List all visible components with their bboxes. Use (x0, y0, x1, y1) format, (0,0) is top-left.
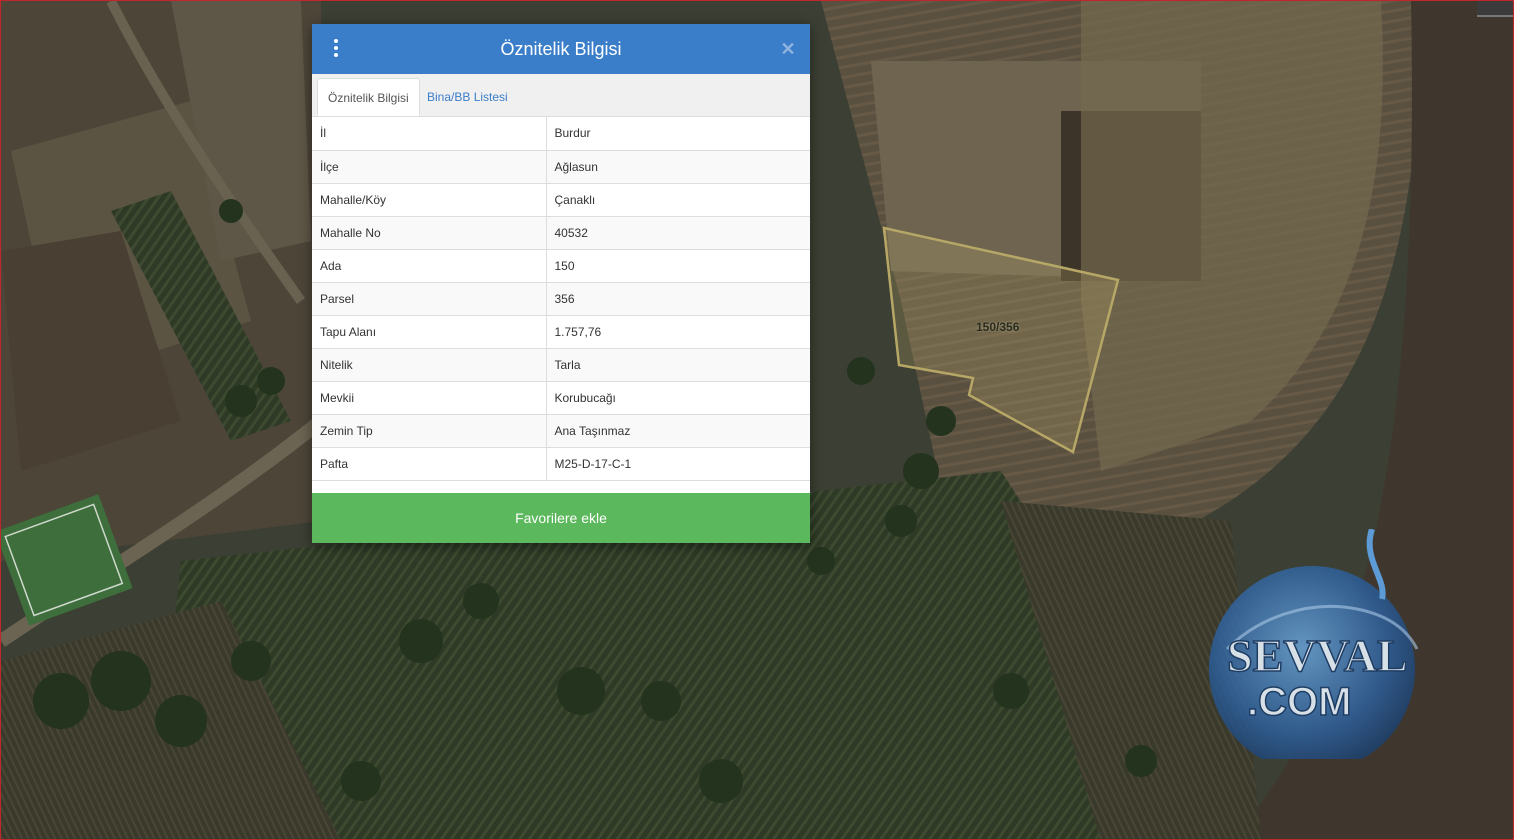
dialog-tabs: Öznitelik Bilgisi Bina/BB Listesi (312, 74, 810, 117)
table-row: Mahalle No 40532 (312, 216, 810, 250)
attribute-key: İlçe (312, 150, 547, 184)
attribute-key: Tapu Alanı (312, 315, 547, 349)
table-row: Tapu Alanı 1.757,76 (312, 315, 810, 349)
tab-attribute-info[interactable]: Öznitelik Bilgisi (317, 78, 420, 116)
table-row: Pafta M25-D-17-C-1 (312, 447, 810, 481)
attribute-value: Burdur (546, 117, 810, 151)
attribute-key: İl (312, 117, 547, 151)
attribute-value: Çanaklı (546, 183, 810, 217)
map-control[interactable] (1477, 1, 1513, 17)
attribute-value: 356 (546, 282, 810, 316)
svg-text:SEVVAL: SEVVAL (1227, 630, 1408, 681)
attribute-key: Mevkii (312, 381, 547, 415)
attribute-table: İl Burdur İlçe Ağlasun Mahalle/Köy Çanaklı Mah… (312, 117, 810, 481)
attribute-value: Tarla (546, 348, 810, 382)
close-icon[interactable]: ✕ (778, 37, 798, 61)
attribute-value: Korubucağı (546, 381, 810, 415)
attribute-key: Nitelik (312, 348, 547, 382)
attribute-key: Zemin Tip (312, 414, 547, 448)
attribute-key: Ada (312, 249, 547, 283)
attribute-key: Pafta (312, 447, 547, 481)
parcel-label: 150/356 (976, 320, 1020, 334)
attribute-key: Parsel (312, 282, 547, 316)
table-row: Mevkii Korubucağı (312, 381, 810, 415)
table-row: Mahalle/Köy Çanaklı (312, 183, 810, 217)
attribute-key: Mahalle No (312, 216, 547, 250)
dialog-header: Öznitelik Bilgisi ✕ (312, 24, 810, 74)
attribute-value: Ana Taşınmaz (546, 414, 810, 448)
attribute-value: M25-D-17-C-1 (546, 447, 810, 481)
attribute-value: 150 (546, 249, 810, 283)
table-row: Nitelik Tarla (312, 348, 810, 382)
dialog-title: Öznitelik Bilgisi (500, 39, 622, 59)
table-row: Ada 150 (312, 249, 810, 283)
table-row: Parsel 356 (312, 282, 810, 316)
attribute-value: 1.757,76 (546, 315, 810, 349)
attribute-value: Ağlasun (546, 150, 810, 184)
svg-text:.COM: .COM (1247, 680, 1351, 724)
tab-building-list[interactable]: Bina/BB Listesi (417, 78, 518, 116)
attribute-key: Mahalle/Köy (312, 183, 547, 217)
table-row: İlçe Ağlasun (312, 150, 810, 184)
add-to-favorites-button[interactable]: Favorilere ekle (312, 493, 810, 543)
attribute-info-dialog: Öznitelik Bilgisi ✕ Öznitelik Bilgisi Bi… (312, 24, 810, 543)
sevval-logo-watermark: SEVVAL .COM (1209, 529, 1419, 759)
table-row: İl Burdur (312, 117, 810, 151)
attribute-value: 40532 (546, 216, 810, 250)
table-row: Zemin Tip Ana Taşınmaz (312, 414, 810, 448)
